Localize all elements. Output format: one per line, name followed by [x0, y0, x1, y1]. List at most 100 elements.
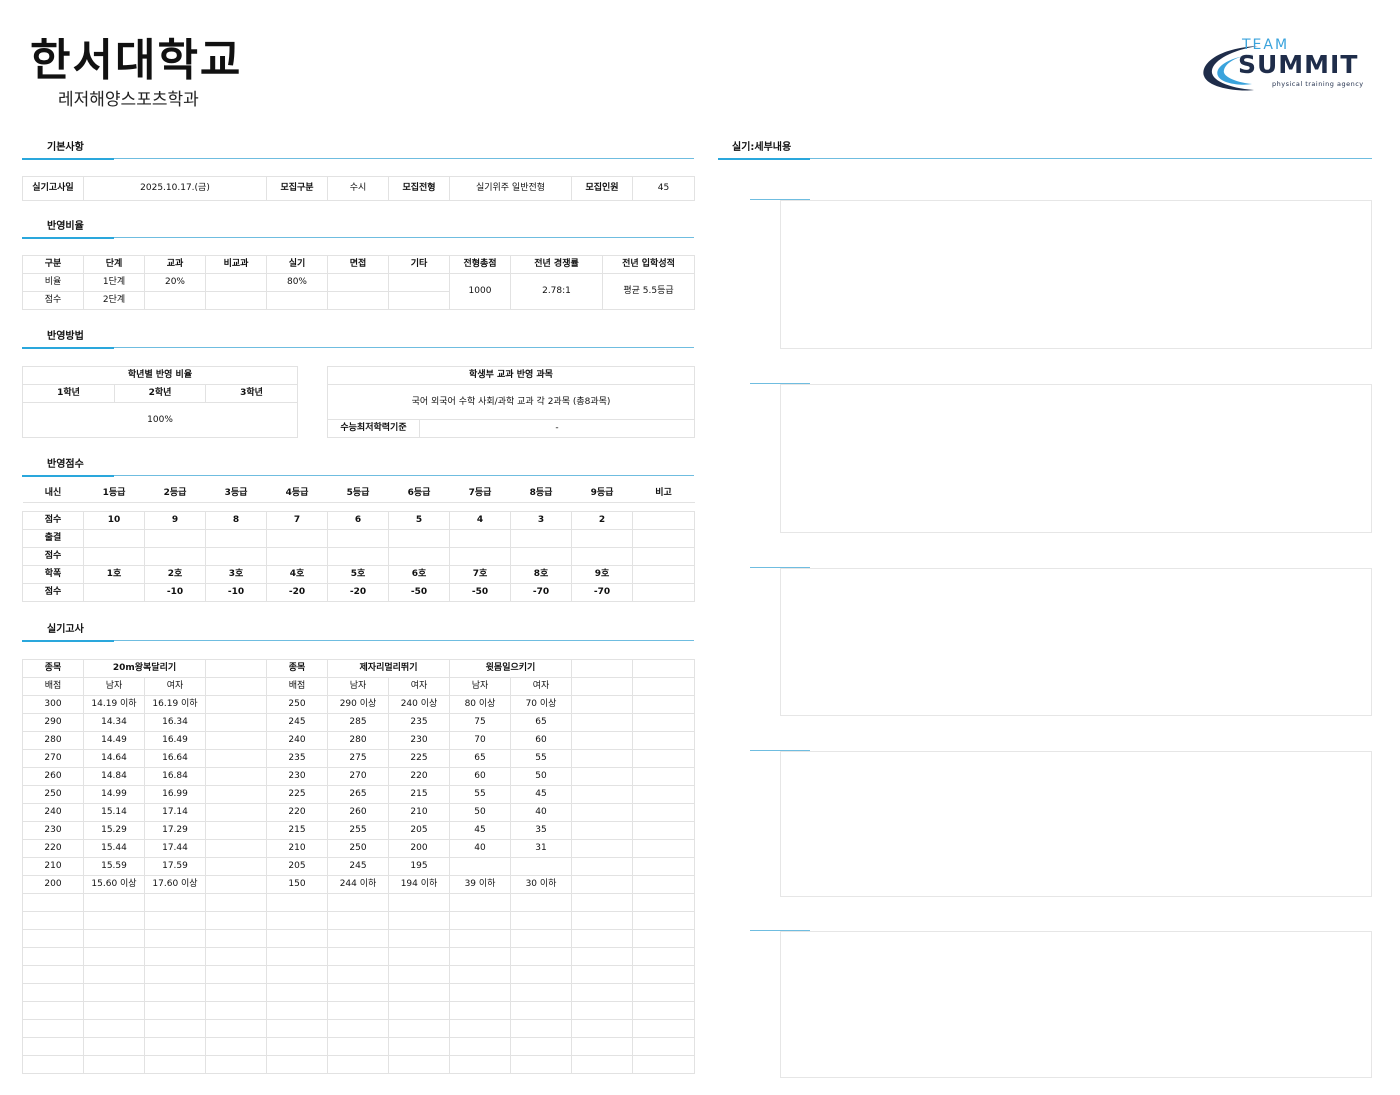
prac-cell: 150 — [266, 875, 328, 894]
score-cell — [510, 529, 572, 548]
score-cell: 1호 — [83, 565, 145, 584]
prac-cell — [632, 875, 695, 894]
ratio-cell: 1단계 — [83, 273, 145, 292]
score-cell: 6 — [327, 511, 389, 530]
table-row: 290 14.34 16.34 245 285 235 75 65 — [22, 713, 695, 732]
ratio-cell: 20% — [144, 273, 206, 292]
grade-ratio-table: 학년별 반영 비율 1학년 2학년 3학년 100% — [21, 366, 299, 438]
prac-sub-cell — [571, 677, 633, 696]
basic-table: 실기고사일 2025.10.17.(금) 모집구분 수시 모집전형 실기위주 일… — [22, 176, 695, 201]
section-ratio: 반영비율 — [22, 221, 694, 239]
section-score-title: 반영점수 — [47, 459, 84, 470]
type-label: 모집구분 — [266, 176, 328, 201]
score-row: 점수 — [22, 547, 695, 566]
prac-head-situp: 윗몸일으키기 — [449, 659, 572, 678]
empty-row — [22, 965, 695, 984]
team-summit-logo: TEAM SUMMIT physical training agency — [1203, 37, 1364, 91]
prac-cell — [571, 821, 633, 840]
prac-sub-cell: 여자 — [510, 677, 572, 696]
svg-text:physical training agency: physical training agency — [1272, 80, 1364, 88]
grade-1-label: 1학년 — [22, 384, 115, 403]
prac-cell: 80 이상 — [449, 695, 511, 714]
score-header-cell: 3등급 — [224, 487, 248, 498]
prac-cell: 244 이하 — [327, 875, 389, 894]
empty-row — [22, 1037, 695, 1056]
empty-row — [22, 929, 695, 948]
section-method-title: 반영방법 — [47, 331, 84, 342]
prac-cell: 15.59 — [83, 857, 145, 876]
empty-row — [22, 893, 695, 912]
score-cell — [571, 547, 633, 566]
table-row: 260 14.84 16.84 230 270 220 60 50 — [22, 767, 695, 786]
prac-cell — [632, 749, 695, 768]
page-title: 한서대학교 — [30, 35, 243, 86]
practical-table: 종목 20m왕복달리기 종목 제자리멀리뛰기 윗몸일으키기 배점 남자 여자 배점 남자… — [22, 659, 695, 1074]
prac-cell: 220 — [388, 767, 450, 786]
ratio-cell: 2단계 — [83, 291, 145, 310]
ratio-header-cell: 교과 — [144, 255, 206, 274]
prac-cell: 280 — [327, 731, 389, 750]
prac-cell — [571, 695, 633, 714]
prac-cell: 250 — [266, 695, 328, 714]
prac-cell: 235 — [266, 749, 328, 768]
section-method: 반영방법 — [22, 331, 694, 349]
score-row: 출결 — [22, 529, 695, 548]
prac-head-event2: 종목 — [266, 659, 328, 678]
ratio-cell — [327, 273, 389, 292]
prac-cell: 15.44 — [83, 839, 145, 858]
table-row: 270 14.64 16.64 235 275 225 65 55 — [22, 749, 695, 768]
prac-cell: 14.34 — [83, 713, 145, 732]
section-ratio-title: 반영비율 — [47, 221, 84, 232]
prac-cell: 39 이하 — [449, 875, 511, 894]
prac-cell: 225 — [388, 749, 450, 768]
score-cell: -20 — [266, 583, 328, 602]
prac-cell: 17.14 — [144, 803, 206, 822]
prac-cell: 31 — [510, 839, 572, 858]
score-cell — [388, 529, 450, 548]
score-cell: 5호 — [327, 565, 389, 584]
prac-cell: 17.59 — [144, 857, 206, 876]
prac-cell: 205 — [388, 821, 450, 840]
prac-cell: 15.60 이상 — [83, 875, 145, 894]
section-detail-title: 실기:세부내용 — [732, 142, 792, 153]
table-row: 280 14.49 16.49 240 280 230 70 60 — [22, 731, 695, 750]
ratio-cell — [327, 291, 389, 310]
grade-2-label: 2학년 — [114, 384, 206, 403]
prac-cell: 260 — [22, 767, 84, 786]
prac-cell: 60 — [449, 767, 511, 786]
score-cell: -70 — [510, 583, 572, 602]
prac-cell — [205, 695, 267, 714]
prac-head-blank — [205, 659, 267, 678]
score-header-cell: 8등급 — [529, 487, 553, 498]
prac-cell: 55 — [449, 785, 511, 804]
prac-cell: 14.99 — [83, 785, 145, 804]
score-cell — [388, 547, 450, 566]
prac-cell: 45 — [510, 785, 572, 804]
prac-cell — [205, 785, 267, 804]
ratio-competition: 2.78:1 — [510, 273, 603, 310]
score-cell: -20 — [327, 583, 389, 602]
section-practical: 실기고사 — [22, 624, 694, 642]
prac-cell: 75 — [449, 713, 511, 732]
prac-cell: 260 — [327, 803, 389, 822]
prac-cell — [571, 731, 633, 750]
score-cell — [327, 547, 389, 566]
prac-cell: 16.64 — [144, 749, 206, 768]
score-cell — [449, 547, 511, 566]
score-cell: 9 — [144, 511, 206, 530]
empty-row — [22, 983, 695, 1002]
prac-cell: 240 — [22, 803, 84, 822]
score-header-cell: 내신 — [44, 487, 62, 498]
prac-cell: 275 — [327, 749, 389, 768]
prac-cell: 300 — [22, 695, 84, 714]
score-cell — [449, 529, 511, 548]
table-row: 240 15.14 17.14 220 260 210 50 40 — [22, 803, 695, 822]
score-cell: 점수 — [22, 511, 84, 530]
score-cell — [327, 529, 389, 548]
score-cell: 학폭 — [22, 565, 84, 584]
prac-head-event1: 종목 — [22, 659, 84, 678]
score-cell — [266, 529, 328, 548]
prac-sub-cell: 여자 — [388, 677, 450, 696]
ratio-cell: 80% — [266, 273, 328, 292]
prac-cell: 220 — [22, 839, 84, 858]
